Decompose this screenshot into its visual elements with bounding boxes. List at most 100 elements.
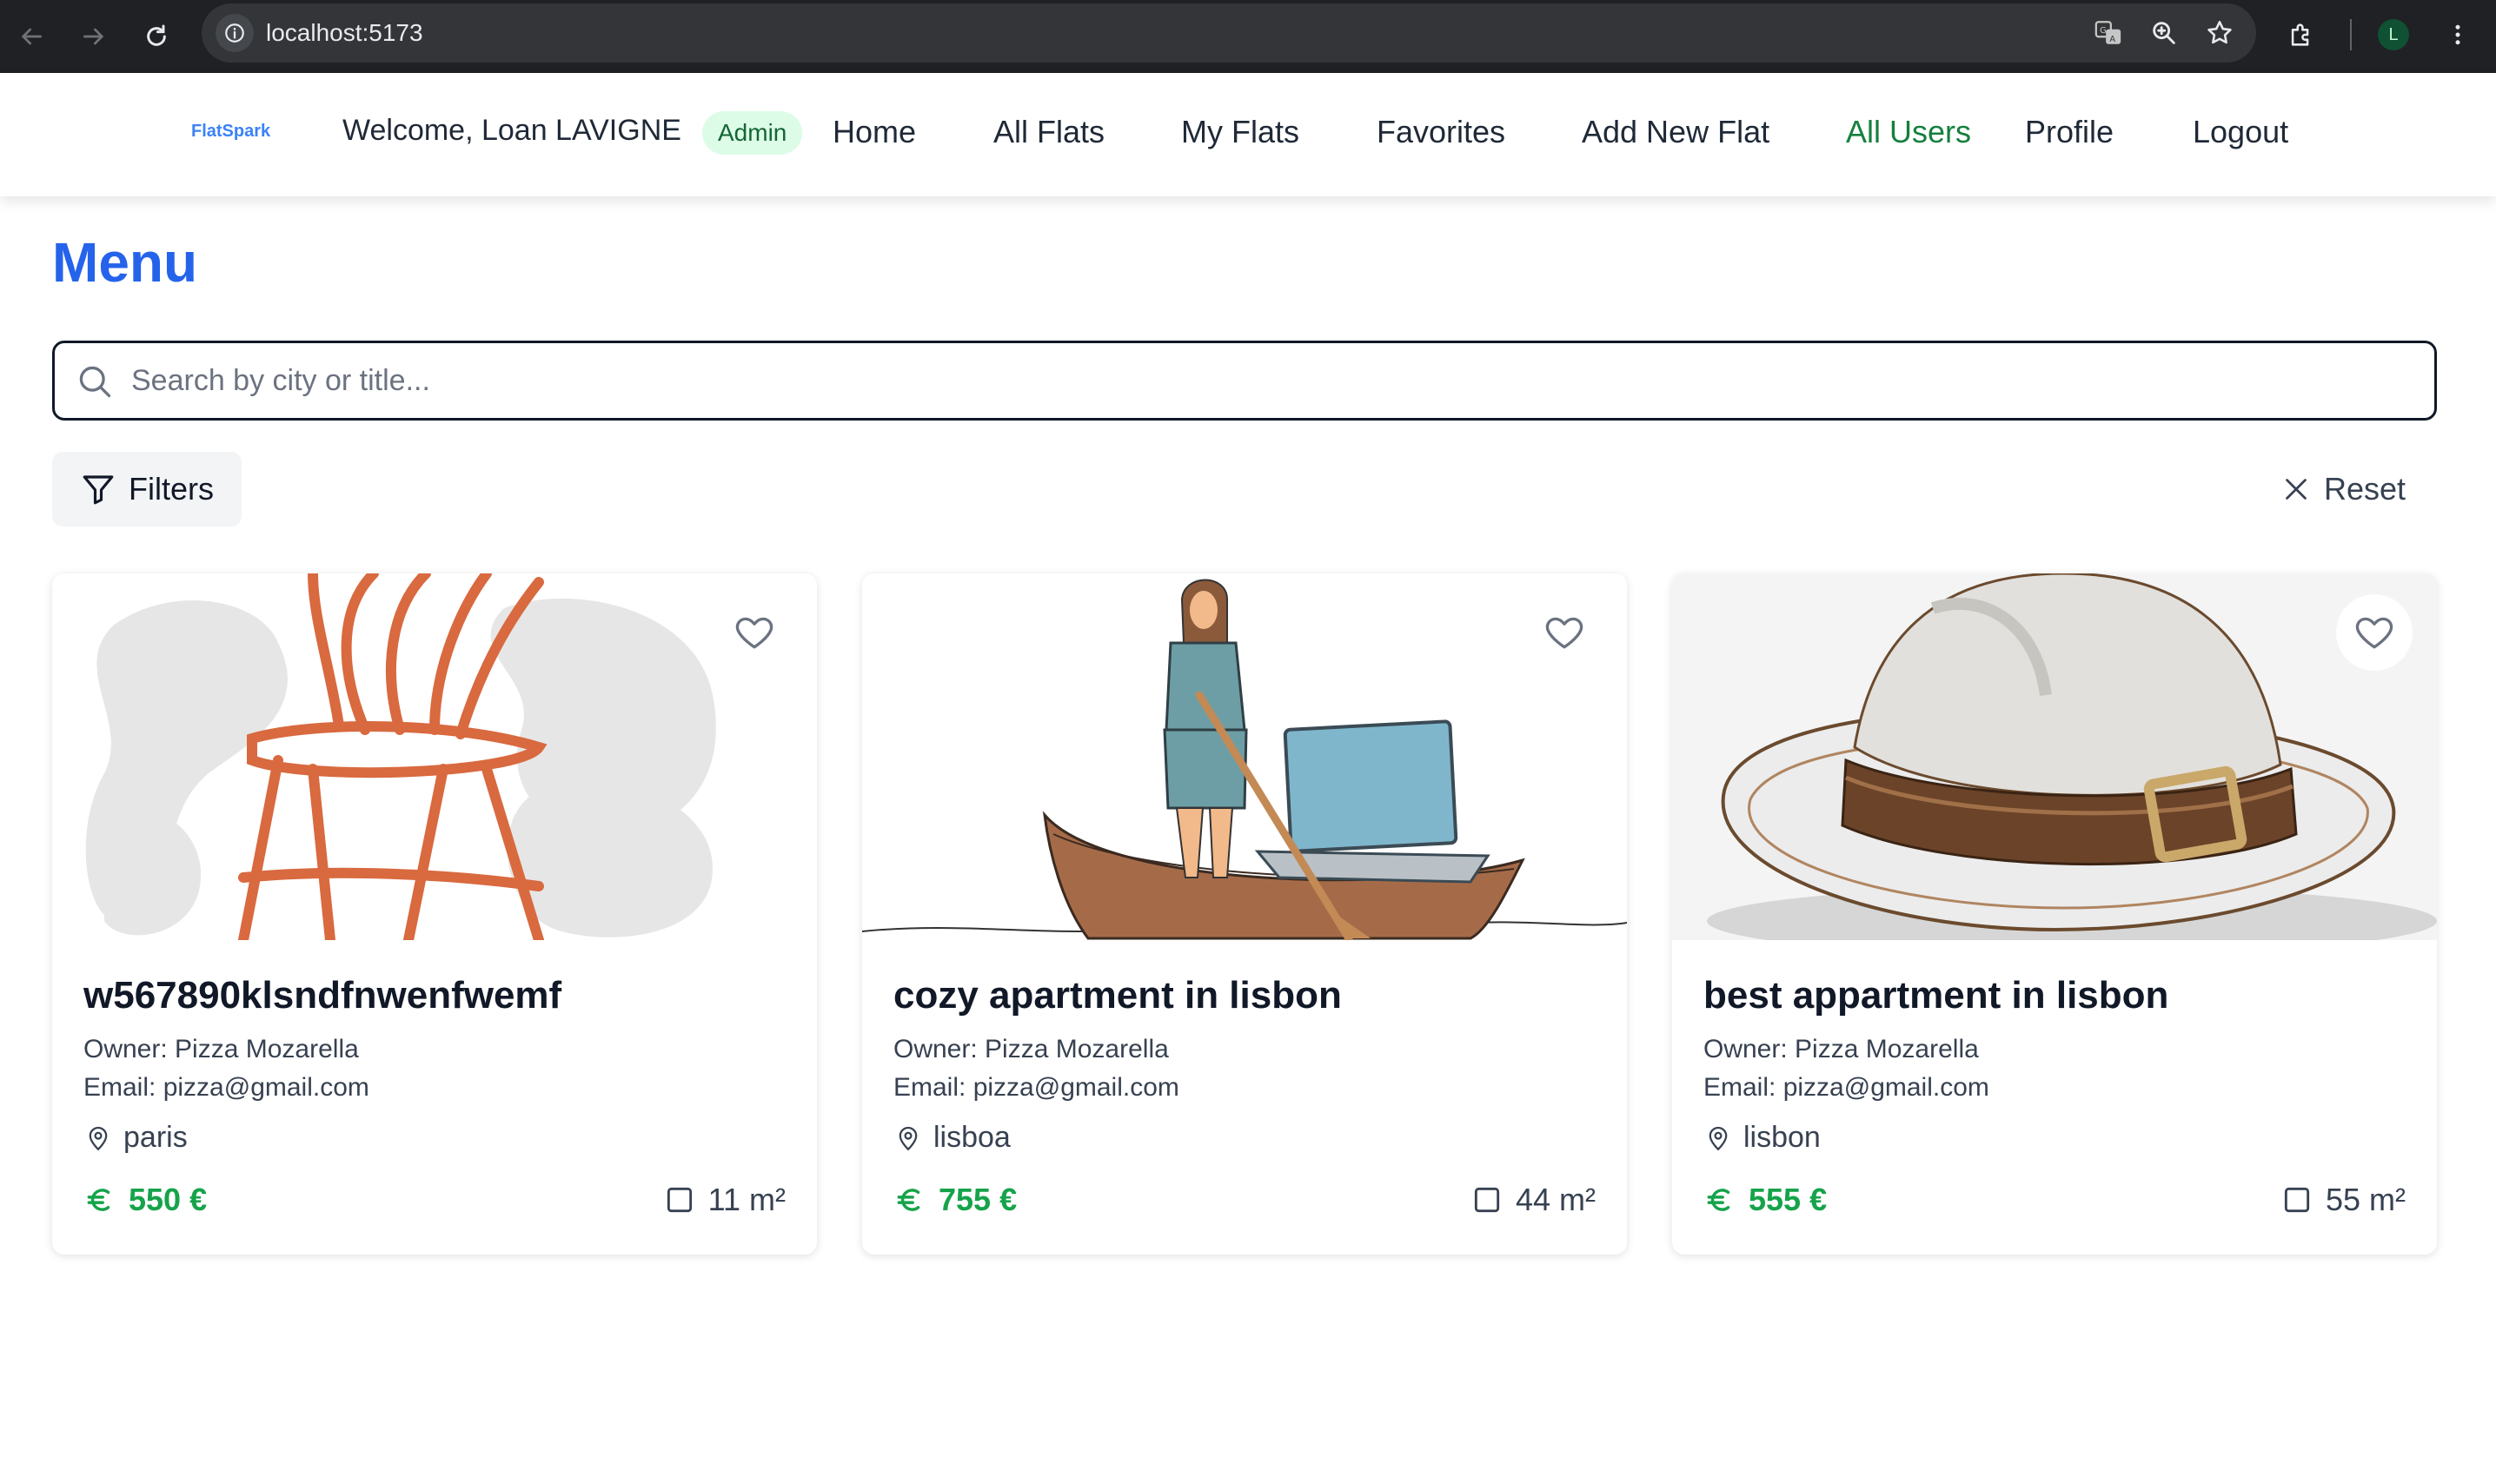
- flat-owner: Owner: Pizza Mozarella: [83, 1034, 359, 1065]
- nav-all-flats[interactable]: All Flats: [993, 115, 1105, 149]
- flat-card[interactable]: cozy apartment in lisbon Owner: Pizza Mo…: [862, 573, 1627, 1255]
- price-value: 555 €: [1749, 1182, 1828, 1217]
- flat-email: Email: pizza@gmail.com: [893, 1072, 1179, 1103]
- city: lisbon: [1743, 1121, 1821, 1154]
- close-icon: [2286, 479, 2307, 500]
- nav-home[interactable]: Home: [833, 115, 916, 149]
- bookmark-star-icon[interactable]: [2201, 14, 2239, 52]
- flat-email: Email: pizza@gmail.com: [83, 1072, 369, 1103]
- euro-icon: [87, 1189, 110, 1211]
- zoom-icon[interactable]: [2145, 14, 2183, 52]
- email-label: Email:: [1703, 1073, 1776, 1102]
- hat-illustration: [1672, 573, 2437, 940]
- map-pin-icon: [1709, 1126, 1728, 1150]
- filters-label: Filters: [129, 471, 214, 507]
- flat-owner: Owner: Pizza Mozarella: [1703, 1034, 1979, 1065]
- owner-label: Owner:: [83, 1035, 168, 1063]
- favorite-button[interactable]: [1526, 594, 1603, 671]
- flat-image[interactable]: [52, 573, 817, 940]
- extensions-button[interactable]: [2277, 10, 2326, 59]
- arrow-left-icon: [21, 28, 42, 45]
- page-title: Menu: [52, 231, 198, 294]
- area-value: 55 m²: [2325, 1182, 2406, 1217]
- nav-my-flats[interactable]: My Flats: [1181, 115, 1299, 149]
- flat-location: paris: [83, 1121, 188, 1155]
- nav-profile[interactable]: Profile: [2025, 115, 2114, 149]
- owner-name: Pizza Mozarella: [1795, 1035, 1979, 1063]
- owner-name: Pizza Mozarella: [175, 1035, 359, 1063]
- reset-label: Reset: [2324, 471, 2406, 507]
- flat-location: lisboa: [893, 1121, 1011, 1155]
- nav-all-users[interactable]: All Users: [1846, 115, 1971, 149]
- profile-button[interactable]: L: [2369, 10, 2418, 59]
- map-pin-icon: [899, 1126, 918, 1150]
- role-badge: Admin: [702, 111, 803, 155]
- owner-label: Owner:: [1703, 1035, 1788, 1063]
- chair-illustration: [52, 573, 817, 940]
- translate-icon[interactable]: GA: [2089, 14, 2128, 52]
- welcome-message: Welcome, Loan LAVIGNE: [342, 114, 681, 147]
- search-input[interactable]: [131, 350, 2408, 411]
- puzzle-icon: [2291, 23, 2309, 46]
- svg-text:A: A: [2109, 35, 2115, 44]
- avatar: L: [2378, 19, 2409, 50]
- euro-icon: [1707, 1189, 1730, 1211]
- back-button[interactable]: [7, 12, 56, 61]
- flat-area: 55 m²: [2280, 1182, 2406, 1218]
- search-icon: [79, 366, 111, 398]
- reset-button[interactable]: Reset: [2280, 452, 2406, 527]
- flat-location: lisbon: [1703, 1121, 1821, 1155]
- browser-menu-button[interactable]: [2433, 10, 2482, 59]
- svg-text:G: G: [2100, 26, 2107, 36]
- flat-area: 11 m²: [663, 1182, 786, 1218]
- search-field[interactable]: [52, 341, 2437, 421]
- heart-icon: [735, 617, 773, 649]
- flat-title[interactable]: best appartment in lisbon: [1703, 973, 2168, 1018]
- email-label: Email:: [83, 1073, 156, 1102]
- email-value: pizza@gmail.com: [1782, 1073, 1989, 1102]
- nav-add-new-flat[interactable]: Add New Flat: [1582, 115, 1769, 149]
- square-icon: [1474, 1187, 1500, 1213]
- favorite-button[interactable]: [716, 594, 793, 671]
- flat-owner: Owner: Pizza Mozarella: [893, 1034, 1169, 1065]
- owner-name: Pizza Mozarella: [985, 1035, 1169, 1063]
- email-label: Email:: [893, 1073, 966, 1102]
- funnel-icon: [83, 475, 114, 505]
- url-text[interactable]: localhost:5173: [266, 3, 423, 63]
- flat-email: Email: pizza@gmail.com: [1703, 1072, 1989, 1103]
- flat-title[interactable]: cozy apartment in lisbon: [893, 973, 1342, 1018]
- owner-label: Owner:: [893, 1035, 978, 1063]
- flat-image[interactable]: [1672, 573, 2437, 940]
- address-bar[interactable]: localhost:5173 GA: [202, 3, 2256, 63]
- map-pin-icon: [89, 1126, 108, 1150]
- nav-favorites[interactable]: Favorites: [1377, 115, 1505, 149]
- arrow-right-icon: [83, 28, 104, 45]
- logo[interactable]: FlatSpark: [191, 122, 270, 142]
- flat-card[interactable]: best appartment in lisbon Owner: Pizza M…: [1672, 573, 2437, 1255]
- flat-price: 555 €: [1703, 1182, 1827, 1218]
- square-icon: [2284, 1187, 2310, 1213]
- area-value: 44 m²: [1515, 1182, 1596, 1217]
- reload-icon: [147, 24, 166, 46]
- forward-button[interactable]: [70, 12, 118, 61]
- site-info-icon[interactable]: [216, 14, 254, 52]
- email-value: pizza@gmail.com: [973, 1073, 1179, 1102]
- woman-rowing-boat-laptop-illustration: [862, 573, 1627, 940]
- browser-toolbar: localhost:5173 GA L: [0, 0, 2496, 73]
- nav-logout[interactable]: Logout: [2193, 115, 2288, 149]
- flat-area: 44 m²: [1470, 1182, 1596, 1218]
- kebab-menu-icon: [2455, 24, 2460, 45]
- reload-button[interactable]: [132, 12, 181, 61]
- favorite-button[interactable]: [2336, 594, 2413, 671]
- heart-icon: [1545, 617, 1583, 649]
- area-value: 11 m²: [707, 1182, 786, 1217]
- flat-image[interactable]: [862, 573, 1627, 940]
- price-value: 755 €: [939, 1182, 1018, 1217]
- city: lisboa: [933, 1121, 1011, 1154]
- flat-title[interactable]: w567890klsndfnwenfwemf: [83, 973, 561, 1018]
- euro-icon: [897, 1189, 920, 1211]
- email-value: pizza@gmail.com: [163, 1073, 369, 1102]
- heart-icon: [2355, 617, 2393, 649]
- filters-button[interactable]: Filters: [52, 452, 242, 527]
- flat-card[interactable]: w567890klsndfnwenfwemf Owner: Pizza Moza…: [52, 573, 817, 1255]
